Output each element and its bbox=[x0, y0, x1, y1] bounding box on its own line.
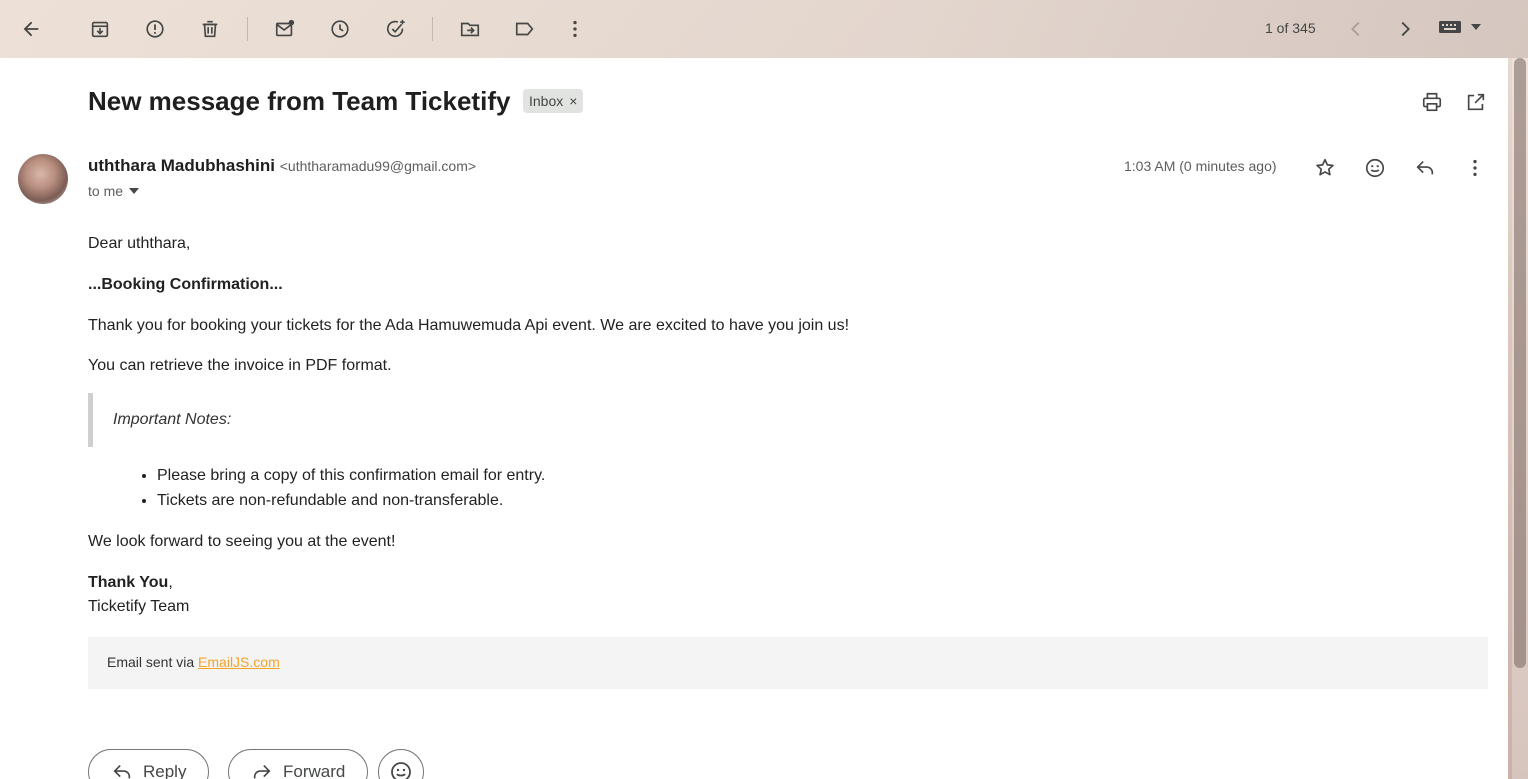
email-toolbar: 1 of 345 bbox=[0, 0, 1528, 58]
notes-list: Please bring a copy of this confirmation… bbox=[157, 463, 545, 513]
label-text: Inbox bbox=[529, 93, 564, 109]
toolbar-divider bbox=[432, 17, 433, 41]
older-icon[interactable] bbox=[1385, 9, 1425, 49]
emoji-react-icon[interactable] bbox=[1359, 152, 1391, 184]
toolbar-divider bbox=[247, 17, 248, 41]
report-spam-icon[interactable] bbox=[135, 9, 175, 49]
reply-label: Reply bbox=[143, 762, 187, 779]
sender-line: uththara Madubhashini <uththaramadu99@gm… bbox=[88, 156, 476, 176]
input-tools-toggle[interactable] bbox=[1438, 18, 1482, 36]
emailjs-link[interactable]: EmailJS.com bbox=[198, 654, 280, 670]
more-options-icon[interactable] bbox=[1459, 152, 1491, 184]
signoff-bold: Thank You bbox=[88, 574, 169, 591]
recipient-toggle[interactable]: to me bbox=[88, 183, 140, 199]
newer-icon[interactable] bbox=[1336, 9, 1376, 49]
booking-heading: ...Booking Confirmation... bbox=[88, 276, 283, 293]
label-icon[interactable] bbox=[505, 9, 545, 49]
move-to-icon[interactable] bbox=[450, 9, 490, 49]
footer-prefix: Email sent via bbox=[107, 654, 199, 670]
caret-down-icon bbox=[129, 188, 140, 194]
scrollbar[interactable] bbox=[1512, 58, 1528, 779]
message-panel: New message from Team Ticketify Inbox × … bbox=[0, 58, 1508, 779]
notes-title: Important Notes: bbox=[113, 411, 232, 428]
email-time: 1:03 AM (0 minutes ago) bbox=[1124, 158, 1277, 174]
invoice-line: You can retrieve the invoice in PDF form… bbox=[88, 357, 392, 374]
signoff-comma: , bbox=[168, 574, 173, 591]
caret-down-icon bbox=[1471, 24, 1481, 30]
thanks-line: Thank you for booking your tickets for t… bbox=[88, 317, 850, 334]
forward-button[interactable]: Forward bbox=[228, 749, 369, 779]
recipient-text: to me bbox=[88, 183, 124, 199]
archive-icon[interactable] bbox=[80, 9, 120, 49]
notes-blockquote: Important Notes: bbox=[88, 393, 488, 447]
reply-icon[interactable] bbox=[1409, 152, 1441, 184]
mark-unread-icon[interactable] bbox=[265, 9, 305, 49]
footer-text: Email sent via EmailJS.com bbox=[107, 654, 280, 670]
reply-button[interactable]: Reply bbox=[88, 749, 210, 779]
pager-count: 1 of 345 bbox=[1265, 20, 1316, 36]
star-icon[interactable] bbox=[1309, 152, 1341, 184]
open-new-window-icon[interactable] bbox=[1462, 88, 1490, 116]
greeting: Dear uththara, bbox=[88, 235, 191, 252]
remove-label-icon[interactable]: × bbox=[569, 93, 577, 109]
team-name: Ticketify Team bbox=[88, 598, 190, 615]
sender-avatar[interactable] bbox=[18, 154, 68, 204]
add-task-icon[interactable] bbox=[376, 9, 416, 49]
snooze-icon[interactable] bbox=[320, 9, 360, 49]
delete-icon[interactable] bbox=[190, 9, 230, 49]
more-vert-icon[interactable] bbox=[555, 9, 595, 49]
sender-email: <uththaramadu99@gmail.com> bbox=[279, 158, 477, 174]
print-icon[interactable] bbox=[1418, 88, 1446, 116]
email-subject: New message from Team Ticketify bbox=[88, 86, 511, 116]
reply-icon bbox=[113, 764, 131, 779]
scrollbar-thumb[interactable] bbox=[1514, 58, 1526, 668]
forward-icon bbox=[253, 764, 271, 779]
keyboard-icon bbox=[1439, 21, 1461, 33]
back-arrow-icon[interactable] bbox=[11, 9, 51, 49]
emoji-reaction-button[interactable] bbox=[378, 749, 424, 779]
emoji-icon bbox=[391, 762, 411, 779]
list-item: Please bring a copy of this confirmation… bbox=[157, 463, 545, 488]
inbox-label-chip: Inbox × bbox=[523, 89, 584, 113]
signoff: Thank You, bbox=[88, 571, 173, 595]
sender-name[interactable]: uththara Madubhashini bbox=[88, 156, 275, 175]
list-item: Tickets are non-refundable and non-trans… bbox=[157, 488, 545, 513]
closing-line: We look forward to seeing you at the eve… bbox=[88, 533, 396, 550]
emailjs-footer: Email sent via EmailJS.com bbox=[88, 637, 1488, 689]
forward-label: Forward bbox=[283, 762, 346, 779]
